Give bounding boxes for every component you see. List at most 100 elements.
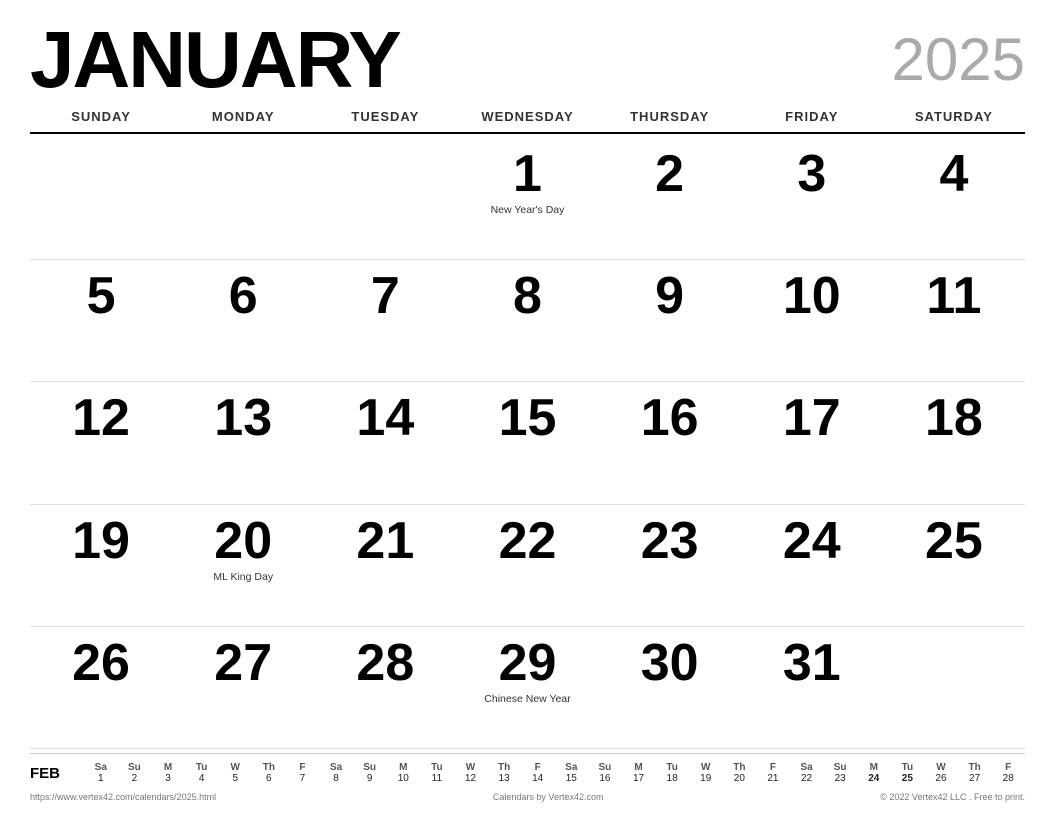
- day-number: 4: [939, 148, 968, 200]
- day-number: 30: [641, 637, 699, 689]
- day-cell-3-5: 24: [741, 505, 883, 626]
- day-number: 10: [783, 270, 841, 322]
- mini-day-cell: 15: [555, 773, 589, 784]
- day-cell-4-4: 30: [599, 627, 741, 748]
- mini-day-cell: 13: [487, 773, 521, 784]
- mini-day-cell: 14: [521, 773, 555, 784]
- day-number: 25: [925, 515, 983, 567]
- mini-day-cell: 21: [756, 773, 790, 784]
- day-cell-3-1: 20 ML King Day: [172, 505, 314, 626]
- day-number: 9: [655, 270, 684, 322]
- mini-day-cell: 23: [823, 773, 857, 784]
- mini-header-cell: W: [454, 762, 488, 773]
- mini-day-cell: 7: [286, 773, 320, 784]
- day-header-thursday: THURSDAY: [599, 105, 741, 128]
- day-number: 27: [214, 637, 272, 689]
- day-number: 29: [499, 637, 557, 689]
- mini-day-cell: 8: [319, 773, 353, 784]
- mini-days-grid: 1234567891011121314151617181920212223242…: [84, 773, 1025, 784]
- day-cell-3-0: 19: [30, 505, 172, 626]
- day-header-tuesday: TUESDAY: [314, 105, 456, 128]
- day-cell-2-1: 13: [172, 382, 314, 503]
- mini-day-cell: 25: [891, 773, 925, 784]
- day-cell-1-1: 6: [172, 260, 314, 381]
- day-number: 18: [925, 392, 983, 444]
- day-cell-0-3: 1New Year's Day: [456, 138, 598, 259]
- calendar-header: JANUARY 2025: [30, 20, 1025, 100]
- mini-header-cell: F: [521, 762, 555, 773]
- day-number: 24: [783, 515, 841, 567]
- day-cell-3-3: 22: [456, 505, 598, 626]
- day-number: 7: [371, 270, 400, 322]
- mini-header-cell: Tu: [185, 762, 219, 773]
- mini-header-cell: M: [622, 762, 656, 773]
- footer-right: © 2022 Vertex42 LLC . Free to print.: [880, 792, 1025, 802]
- day-cell-1-2: 7: [314, 260, 456, 381]
- day-number: 13: [214, 392, 272, 444]
- day-number: 1: [513, 148, 542, 200]
- day-number: 6: [229, 270, 258, 322]
- day-number: 23: [641, 515, 699, 567]
- day-cell-4-0: 26: [30, 627, 172, 748]
- day-number: 12: [72, 392, 130, 444]
- day-cell-4-1: 27: [172, 627, 314, 748]
- day-cell-0-0: 0: [30, 138, 172, 259]
- day-cell-2-5: 17: [741, 382, 883, 503]
- day-number: 22: [499, 515, 557, 567]
- day-number: 28: [356, 637, 414, 689]
- day-cell-1-5: 10: [741, 260, 883, 381]
- day-number: 2: [655, 148, 684, 200]
- day-header-sunday: SUNDAY: [30, 105, 172, 128]
- mini-header-cell: Th: [487, 762, 521, 773]
- day-number: 11: [926, 270, 981, 322]
- mini-header-cell: Tu: [655, 762, 689, 773]
- footer-center: Calendars by Vertex42.com: [493, 792, 604, 802]
- day-number: 5: [87, 270, 116, 322]
- day-cell-4-3: 29 Chinese New Year: [456, 627, 598, 748]
- mini-day-cell: 22: [790, 773, 824, 784]
- mini-day-cell: 27: [958, 773, 992, 784]
- mini-header-cell: Su: [823, 762, 857, 773]
- mini-day-cell: 26: [924, 773, 958, 784]
- mini-month-label: FEB: [30, 765, 78, 782]
- week-row-2: 567891011: [30, 260, 1025, 382]
- day-cell-4-5: 31: [741, 627, 883, 748]
- weeks-container: 0001New Year's Day2345678910111213141516…: [30, 138, 1025, 749]
- day-headers-row: SUNDAY MONDAY TUESDAY WEDNESDAY THURSDAY…: [30, 105, 1025, 134]
- mini-header-cell: Sa: [319, 762, 353, 773]
- day-number: 17: [783, 392, 841, 444]
- mini-day-cell: 3: [151, 773, 185, 784]
- mini-header-cell: Tu: [891, 762, 925, 773]
- day-cell-1-6: 11: [883, 260, 1025, 381]
- holiday-label: ML King Day: [213, 571, 273, 584]
- day-cell-4-2: 28: [314, 627, 456, 748]
- mini-day-cell: 24: [857, 773, 891, 784]
- mini-day-cell: 28: [991, 773, 1025, 784]
- mini-day-cell: 12: [454, 773, 488, 784]
- day-cell-0-2: 0: [314, 138, 456, 259]
- mini-day-cell: 20: [723, 773, 757, 784]
- mini-day-cell: 18: [655, 773, 689, 784]
- calendar-page: JANUARY 2025 SUNDAY MONDAY TUESDAY WEDNE…: [0, 0, 1055, 814]
- day-cell-0-6: 4: [883, 138, 1025, 259]
- day-cell-3-2: 21: [314, 505, 456, 626]
- day-number: 21: [356, 515, 414, 567]
- mini-header-cell: Th: [252, 762, 286, 773]
- day-cell-4-6: 0: [883, 627, 1025, 748]
- holiday-label: Chinese New Year: [484, 693, 570, 706]
- mini-header-cell: Su: [588, 762, 622, 773]
- mini-day-cell: 9: [353, 773, 387, 784]
- mini-header-cell: Th: [723, 762, 757, 773]
- mini-header-cell: M: [386, 762, 420, 773]
- day-cell-3-4: 23: [599, 505, 741, 626]
- day-cell-2-2: 14: [314, 382, 456, 503]
- mini-header-cell: W: [218, 762, 252, 773]
- day-header-monday: MONDAY: [172, 105, 314, 128]
- day-cell-1-4: 9: [599, 260, 741, 381]
- day-number: 31: [783, 637, 841, 689]
- day-number: 20: [214, 515, 272, 567]
- month-title: JANUARY: [30, 20, 400, 100]
- year-title: 2025: [892, 20, 1025, 90]
- mini-day-cell: 10: [386, 773, 420, 784]
- day-cell-2-4: 16: [599, 382, 741, 503]
